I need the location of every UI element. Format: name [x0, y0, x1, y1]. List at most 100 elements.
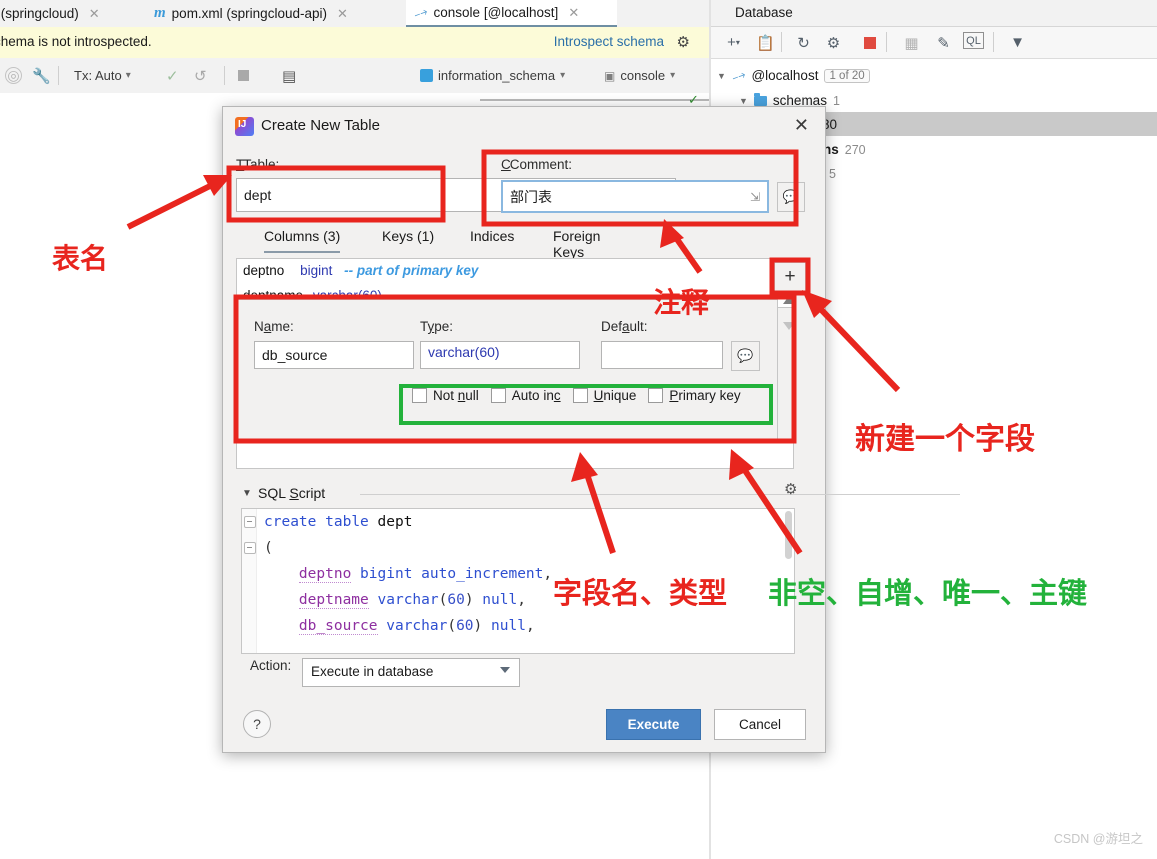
editor-tab-pom[interactable]: m pom.xml (springcloud-api) ✕	[146, 0, 406, 27]
chevron-down-icon[interactable]	[500, 667, 510, 673]
editor-tab-bar: xml (springcloud) ✕ m pom.xml (springclo…	[0, 0, 710, 28]
checkbox-box[interactable]	[648, 388, 664, 403]
schema-selector-label: information_schema	[438, 68, 556, 83]
fold-icon[interactable]	[244, 542, 256, 554]
schema-selector[interactable]: information_schema ▾	[420, 58, 565, 93]
sql-token: table	[325, 514, 369, 530]
tx-mode-selector[interactable]: Tx: Auto ▾	[74, 58, 131, 93]
introspect-notification-bar: chema is not introspected. Introspect sc…	[0, 27, 710, 59]
tree-node-label: 5	[829, 166, 836, 181]
sql-token: dept	[377, 514, 413, 530]
sql-token: 60	[456, 618, 474, 634]
annotation-field-name-type: 字段名、类型	[553, 576, 728, 610]
grid-icon[interactable]: ▤	[282, 58, 296, 93]
cancel-button[interactable]: Cancel	[714, 709, 806, 740]
refresh-icon[interactable]: ↻	[793, 32, 814, 53]
sql-token: (	[447, 618, 457, 634]
tree-node-count: 1	[832, 93, 840, 108]
editor-tab-xml[interactable]: xml (springcloud) ✕	[0, 0, 144, 27]
tree-node-datasource[interactable]: ▼ ⤍ @localhost 1 of 20	[717, 63, 870, 88]
stop-icon[interactable]	[238, 58, 249, 93]
dialog-title: Create New Table	[261, 117, 380, 134]
checkbox-primary-key[interactable]: Primary key	[648, 388, 741, 403]
stop-icon[interactable]	[859, 32, 880, 53]
editor-tab-console[interactable]: ⤍ console [@localhost] ✕	[406, 0, 617, 27]
checkbox-box[interactable]	[490, 388, 506, 403]
sql-token: null	[491, 618, 526, 634]
field-name-input[interactable]	[254, 341, 414, 369]
sql-token: 60	[447, 592, 465, 608]
edit-icon[interactable]: ✎	[933, 32, 954, 53]
action-select[interactable]: Execute in database	[302, 658, 520, 687]
comment-input-wrap[interactable]: 部门表 ⇲	[501, 180, 769, 213]
sql-script-header: ▼ SQL Script	[240, 483, 960, 505]
checkbox-not-null[interactable]: Not null	[412, 388, 479, 403]
sql-token: )	[464, 592, 483, 608]
copy-icon[interactable]: 📋	[755, 32, 776, 53]
sql-line-5: db_source varchar(60) null,	[264, 618, 535, 635]
help-button[interactable]: ?	[243, 710, 271, 738]
columns-list-empty-row[interactable]	[236, 440, 794, 469]
move-up-icon[interactable]	[783, 296, 795, 304]
sql-token: deptno	[298, 566, 352, 583]
scrollbar-thumb[interactable]	[785, 511, 792, 559]
editor-tab-label: pom.xml (springcloud-api)	[171, 6, 327, 21]
expand-icon[interactable]: ⇲	[750, 190, 760, 204]
query-console-icon[interactable]: QL	[963, 32, 984, 49]
tx-mode-label: Tx: Auto	[74, 68, 122, 83]
field-type-input[interactable]: varchar(60)	[420, 341, 580, 369]
field-type-value: varchar(60)	[428, 344, 500, 360]
tree-node-row-5[interactable]: 5	[829, 161, 836, 186]
database-panel-title-label: Database	[735, 5, 793, 20]
gear-icon[interactable]: ⚙	[677, 33, 690, 51]
field-default-input[interactable]	[601, 341, 723, 369]
close-icon[interactable]: ✕	[89, 6, 100, 22]
tab-keys[interactable]: Keys (1)	[382, 228, 434, 251]
move-down-icon[interactable]	[783, 322, 795, 330]
add-icon[interactable]: + ▾	[723, 32, 744, 53]
chevron-down-icon[interactable]: ▼	[739, 96, 748, 106]
execute-button[interactable]: Execute	[606, 709, 701, 740]
checkbox-auto-inc[interactable]: Auto inc	[490, 388, 561, 403]
sync-wrench-icon[interactable]: ⚙	[823, 32, 844, 53]
checkbox-unique[interactable]: Unique	[572, 388, 636, 403]
comment-bubble-icon[interactable]: 💬	[731, 341, 760, 371]
tab-columns[interactable]: Columns (3)	[264, 228, 341, 253]
chevron-down-icon[interactable]: ▼	[717, 71, 726, 81]
checkbox-box[interactable]	[412, 388, 427, 403]
tree-node-count: 270	[844, 142, 866, 157]
wrench-icon[interactable]: 🔧	[32, 58, 51, 93]
close-icon[interactable]: ✕	[794, 116, 809, 134]
gear-icon[interactable]: ⚙	[784, 480, 797, 498]
sql-token: ,	[543, 566, 553, 582]
close-icon[interactable]: ✕	[337, 6, 348, 22]
session-selector[interactable]: ▣ console ▾	[604, 58, 675, 93]
close-icon[interactable]: ✕	[568, 5, 579, 21]
schema-icon	[420, 69, 433, 82]
tab-indices[interactable]: Indices	[470, 228, 514, 251]
filter-icon[interactable]: ▼	[1007, 32, 1028, 53]
fold-icon[interactable]	[244, 516, 256, 528]
rollback-icon[interactable]: ↺	[194, 58, 207, 93]
sql-token: (	[264, 540, 273, 556]
maven-icon: m	[154, 5, 166, 21]
introspect-schema-link[interactable]: Introspect schema	[554, 34, 664, 49]
commit-check-icon[interactable]: ✓	[166, 58, 179, 93]
database-panel-title: Database	[711, 0, 1157, 27]
comment-bubble-icon[interactable]: 💬	[777, 182, 805, 212]
database-toolbar: + ▾ 📋 ↻ ⚙ ▦ ✎ QL ▼	[711, 27, 1157, 59]
folder-icon	[753, 92, 767, 106]
plus-icon[interactable]: +	[774, 262, 806, 292]
table-icon[interactable]: ▦	[901, 32, 922, 53]
checkbox-box[interactable]	[572, 388, 588, 403]
editor-gutter	[242, 509, 257, 653]
chevron-down-icon[interactable]: ▼	[242, 488, 252, 499]
db-connect-icon[interactable]: ◎	[5, 58, 22, 93]
column-comment: -- part of primary key	[344, 263, 479, 278]
list-item[interactable]: deptno bigint -- part of primary key	[243, 263, 478, 278]
